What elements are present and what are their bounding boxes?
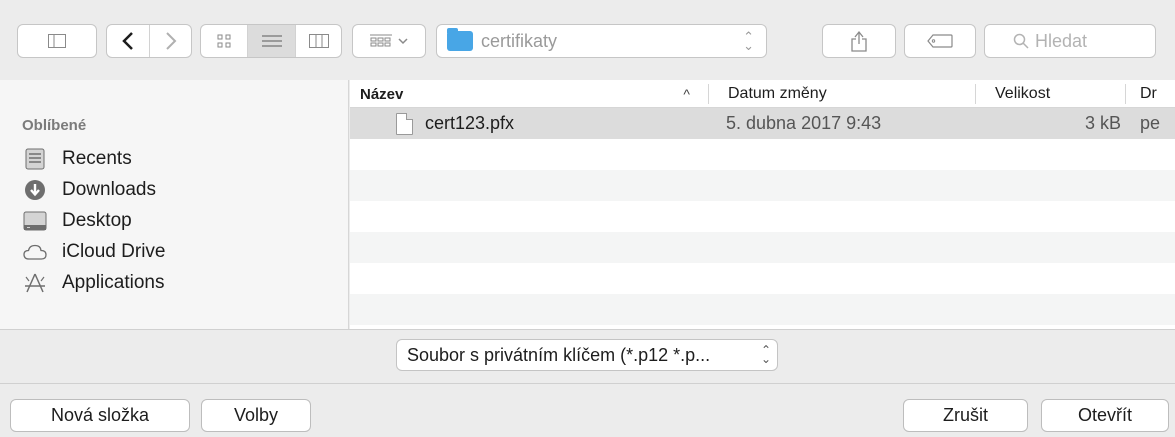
navigation-buttons: [106, 24, 192, 58]
sort-ascending-icon: ^: [683, 86, 690, 102]
column-view-button[interactable]: [295, 25, 341, 57]
file-modified-cell: 5. dubna 2017 9:43: [726, 113, 882, 133]
icon-view-button[interactable]: [201, 25, 247, 57]
column-divider: [975, 84, 976, 104]
empty-row: [350, 232, 1175, 263]
column-view-icon: [308, 34, 329, 48]
location-popup[interactable]: certifikaty ⌃ ⌄: [436, 24, 767, 58]
chevron-right-icon: [165, 32, 176, 50]
updown-arrows-icon: ⌃ ⌄: [743, 29, 754, 53]
column-modified-header[interactable]: Datum změny: [718, 80, 978, 108]
document-icon: [396, 112, 413, 135]
options-button[interactable]: Volby: [201, 399, 311, 432]
new-folder-button[interactable]: Nová složka: [10, 399, 190, 432]
column-size-header[interactable]: Velikost: [985, 80, 1125, 108]
column-size-label: Velikost: [995, 85, 1051, 102]
share-icon: [851, 30, 867, 52]
share-button[interactable]: [822, 24, 896, 58]
file-name: cert123.pfx: [425, 113, 515, 133]
file-format-value: Soubor s privátním klíčem (*.p12 *.p...: [407, 344, 711, 365]
sidebar-toggle-icon: [48, 34, 66, 48]
empty-row: [350, 263, 1175, 294]
column-name-header[interactable]: Název ^: [350, 80, 708, 108]
icloud-icon: [22, 240, 48, 264]
file-size-cell: 3 kB: [1085, 113, 1122, 133]
open-button[interactable]: Otevřít: [1041, 399, 1169, 432]
sidebar-item-label: Applications: [62, 272, 165, 293]
file-format-select[interactable]: Soubor s privátním klíčem (*.p12 *.p... …: [396, 339, 778, 371]
forward-button[interactable]: [149, 25, 191, 57]
list-view-button[interactable]: [247, 25, 295, 57]
location-label: certifikaty: [481, 30, 558, 51]
recents-icon: [22, 147, 48, 171]
column-divider: [708, 84, 709, 104]
file-kind-cell: pe: [1140, 113, 1161, 133]
downloads-icon: [22, 178, 48, 202]
column-kind-label: Dr: [1140, 85, 1157, 102]
search-icon: [1013, 33, 1029, 49]
table-row[interactable]: cert123.pfx 5. dubna 2017 9:43 3 kB pe: [350, 108, 1175, 139]
sidebar-item-recents[interactable]: Recents: [22, 144, 132, 174]
column-modified-label: Datum změny: [728, 85, 827, 102]
chevron-down-icon: [398, 38, 408, 45]
search-field[interactable]: Hledat: [984, 24, 1156, 58]
tags-button[interactable]: [904, 24, 976, 58]
sidebar-item-label: iCloud Drive: [62, 241, 166, 262]
sidebar-item-icloud-drive[interactable]: iCloud Drive: [22, 237, 165, 267]
updown-arrows-icon: ⌃ ⌄: [760, 343, 771, 366]
empty-row: [350, 294, 1175, 325]
file-list: Název ^ Datum změny Velikost Dr cert123.…: [350, 80, 1175, 329]
back-button[interactable]: [107, 25, 149, 57]
column-header: Název ^ Datum změny Velikost Dr: [350, 80, 1175, 108]
column-name-label: Název: [360, 85, 404, 103]
sidebar-item-desktop[interactable]: Desktop: [22, 206, 132, 236]
sidebar-heading: Oblíbené: [22, 117, 87, 134]
sidebar-item-label: Desktop: [62, 210, 132, 231]
file-name-cell: cert123.pfx: [396, 108, 514, 139]
sidebar-item-downloads[interactable]: Downloads: [22, 175, 156, 205]
search-placeholder: Hledat: [1035, 30, 1088, 51]
view-mode-control: [200, 24, 342, 58]
chevron-left-icon: [122, 32, 133, 50]
tag-icon: [927, 34, 953, 48]
cancel-button[interactable]: Zrušit: [903, 399, 1028, 432]
applications-icon: [22, 271, 48, 295]
sidebar-item-applications[interactable]: Applications: [22, 268, 164, 298]
sidebar-toggle-button[interactable]: [17, 24, 97, 58]
column-divider: [1125, 84, 1126, 104]
icon-view-icon: [217, 34, 231, 48]
desktop-icon: [22, 209, 48, 233]
arrange-button[interactable]: [352, 24, 426, 58]
empty-row: [350, 139, 1175, 170]
column-kind-header[interactable]: Dr: [1130, 80, 1175, 108]
group-icon: [370, 34, 392, 47]
divider: [0, 329, 1175, 330]
empty-row: [350, 170, 1175, 201]
sidebar-item-label: Recents: [62, 148, 132, 169]
folder-icon: [447, 28, 473, 51]
divider: [0, 383, 1175, 384]
sidebar-item-label: Downloads: [62, 179, 156, 200]
sidebar: Oblíbené Recents Downloads Desktop iClou…: [0, 80, 349, 329]
toolbar: certifikaty ⌃ ⌄ Hledat: [0, 0, 1175, 80]
empty-row: [350, 201, 1175, 232]
list-view-icon: [261, 35, 282, 47]
